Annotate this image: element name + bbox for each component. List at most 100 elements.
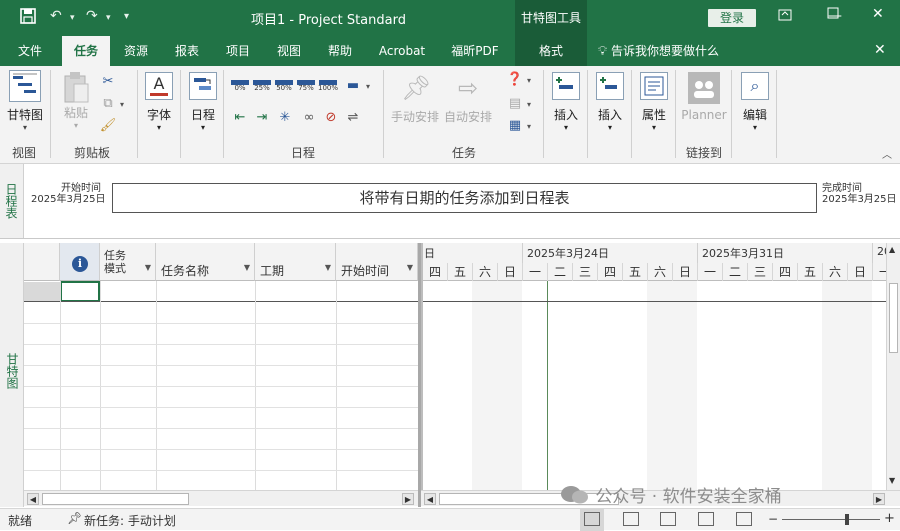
gantt-chart-icon bbox=[9, 70, 41, 102]
mode-icon[interactable]: ▦ bbox=[506, 118, 524, 134]
zoom-slider-thumb[interactable] bbox=[845, 514, 849, 525]
resource-sheet-view-icon[interactable] bbox=[698, 512, 714, 526]
undo-dropdown-icon[interactable]: ▾ bbox=[70, 13, 75, 23]
zoom-slider-track[interactable] bbox=[782, 519, 880, 520]
inspect-icon[interactable]: ❓ bbox=[506, 72, 524, 88]
collapse-ribbon-icon[interactable]: ︿ bbox=[882, 146, 892, 161]
insert-milestone-button[interactable]: 插入 ▾ bbox=[593, 72, 627, 132]
row-header-1[interactable] bbox=[24, 282, 60, 301]
chevron-down-icon[interactable]: ▼ bbox=[244, 263, 250, 272]
close-window-icon[interactable]: ✕ bbox=[872, 6, 884, 22]
timescale-day: 日 bbox=[848, 263, 873, 281]
task-sheet[interactable]: i 任务 模式 ▼ 任务名称 ▼ 工期 ▼ 开始时间 ▼ bbox=[24, 243, 418, 490]
chevron-down-icon: ▾ bbox=[22, 123, 27, 132]
start-column-header[interactable]: 开始时间 ▼ bbox=[336, 243, 418, 281]
grid-horizontal-scroll-thumb[interactable] bbox=[42, 493, 189, 505]
timescale-prev-week: 日 bbox=[424, 247, 435, 260]
scroll-left-icon[interactable]: ◀ bbox=[27, 493, 39, 505]
zoom-in-icon[interactable]: + bbox=[884, 511, 895, 526]
inspect-dropdown-icon[interactable]: ▾ bbox=[527, 76, 531, 85]
indent-icon[interactable]: ⇥ bbox=[253, 110, 271, 126]
group-separator bbox=[180, 70, 181, 158]
mark-on-track-icon[interactable]: ▬ bbox=[344, 78, 362, 94]
font-button[interactable]: A 字体 ▾ bbox=[142, 72, 176, 132]
zoom-out-icon[interactable]: − bbox=[768, 512, 778, 526]
format-painter-icon[interactable]: 🖌︎ bbox=[99, 118, 117, 134]
duration-column-header[interactable]: 工期 ▼ bbox=[255, 243, 336, 281]
inactivate-icon[interactable]: ⇌ bbox=[344, 110, 362, 126]
chevron-down-icon[interactable]: ▼ bbox=[145, 263, 151, 272]
scroll-left-icon[interactable]: ◀ bbox=[424, 493, 436, 505]
tab-format[interactable]: 格式 bbox=[515, 36, 587, 66]
unlink-tasks-icon[interactable]: ⊘ bbox=[322, 110, 340, 126]
move-task-icon[interactable]: ▤ bbox=[506, 96, 524, 112]
auto-schedule-icon: ⇨ bbox=[457, 74, 479, 102]
scroll-right-icon[interactable]: ▶ bbox=[402, 493, 414, 505]
tab-acrobat[interactable]: Acrobat bbox=[372, 36, 432, 66]
tab-foxit-pdf[interactable]: 福昕PDF bbox=[440, 36, 510, 66]
tab-view[interactable]: 视图 bbox=[268, 36, 310, 66]
tab-file[interactable]: 文件 bbox=[8, 36, 52, 66]
properties-button[interactable]: 属性 ▾ bbox=[637, 72, 671, 132]
close-document-icon[interactable]: ✕ bbox=[874, 42, 886, 58]
editing-button[interactable]: ⌕ 编辑 ▾ bbox=[738, 72, 772, 132]
copy-icon[interactable]: ⧉ bbox=[99, 96, 117, 112]
vertical-scrollbar[interactable]: ▲ ▼ bbox=[886, 243, 900, 490]
mode-dropdown-icon[interactable]: ▾ bbox=[527, 122, 531, 131]
save-icon[interactable] bbox=[20, 8, 36, 28]
task-mode-column-header[interactable]: 任务 模式 ▼ bbox=[100, 243, 156, 281]
link-tasks-icon[interactable]: ∞ bbox=[300, 110, 318, 126]
tab-help[interactable]: 帮助 bbox=[319, 36, 361, 66]
redo-icon[interactable]: ↷ bbox=[86, 8, 98, 24]
team-planner-view-icon[interactable] bbox=[660, 512, 676, 526]
auto-schedule-button[interactable]: ⇨ 自动安排 bbox=[443, 74, 493, 125]
undo-icon[interactable]: ↶ bbox=[50, 8, 62, 24]
outdent-icon[interactable]: ⇤ bbox=[231, 110, 249, 126]
pushpin-icon: 📌︎ bbox=[401, 74, 432, 102]
move-dropdown-icon[interactable]: ▾ bbox=[527, 100, 531, 109]
timeline-bar[interactable]: 将带有日期的任务添加到日程表 bbox=[112, 183, 817, 213]
task-name-column-header[interactable]: 任务名称 ▼ bbox=[156, 243, 255, 281]
manually-schedule-button[interactable]: 📌︎ 手动安排 bbox=[390, 74, 440, 125]
tab-task[interactable]: 任务 bbox=[62, 36, 110, 66]
tell-me-search[interactable]: 💡︎ 告诉我你想要做什么 bbox=[598, 36, 719, 67]
ribbon-display-options-icon[interactable] bbox=[778, 8, 792, 26]
tab-report[interactable]: 报表 bbox=[166, 36, 208, 66]
tab-resource[interactable]: 资源 bbox=[115, 36, 157, 66]
cut-icon[interactable]: ✂ bbox=[99, 74, 117, 90]
copy-dropdown-icon[interactable]: ▾ bbox=[120, 100, 124, 109]
maximize-icon[interactable] bbox=[827, 7, 839, 23]
login-button[interactable]: 登录 bbox=[708, 9, 756, 27]
gantt-view-shortcut[interactable] bbox=[580, 509, 604, 531]
gantt-chart-pane[interactable]: 日 2025年3月24日 2025年3月31日 20 四五六日一二三四五六日一二… bbox=[421, 243, 898, 490]
task-mode-header-label: 任务 模式 bbox=[104, 249, 126, 275]
new-tasks-mode[interactable]: 新任务: 手动计划 bbox=[84, 512, 176, 529]
scroll-right-icon[interactable]: ▶ bbox=[873, 493, 885, 505]
vertical-scroll-thumb[interactable] bbox=[889, 283, 898, 353]
mark-on-track-dropdown-icon[interactable]: ▾ bbox=[366, 82, 370, 91]
paste-button[interactable]: 粘贴 ▾ bbox=[58, 70, 94, 130]
scroll-up-icon[interactable]: ▲ bbox=[889, 245, 895, 254]
timescale-day: 五 bbox=[798, 263, 823, 281]
chevron-down-icon[interactable]: ▼ bbox=[325, 263, 331, 272]
font-icon: A bbox=[145, 72, 173, 100]
schedule-button[interactable]: 日程 ▾ bbox=[186, 72, 220, 132]
customize-quick-access-icon[interactable]: ▾ bbox=[124, 11, 129, 22]
gantt-chart-button[interactable]: 甘特图 ▾ bbox=[6, 70, 44, 132]
task-name-header-label: 任务名称 bbox=[161, 264, 210, 278]
grid-horizontal-scrollbar[interactable]: ◀ ▶ bbox=[24, 490, 418, 506]
insert-task-button[interactable]: 插入 ▾ bbox=[549, 72, 583, 132]
respect-links-icon[interactable]: ✳ bbox=[276, 110, 294, 126]
chevron-down-icon[interactable]: ▼ bbox=[407, 263, 413, 272]
indicators-column-header[interactable]: i bbox=[60, 243, 100, 281]
report-view-icon[interactable] bbox=[736, 512, 752, 526]
selected-cell[interactable] bbox=[60, 281, 100, 302]
tab-project[interactable]: 项目 bbox=[217, 36, 259, 66]
row-header-corner bbox=[24, 243, 60, 281]
timeline-side-label: 日程表 bbox=[0, 164, 24, 238]
redo-dropdown-icon[interactable]: ▾ bbox=[106, 13, 111, 23]
task-usage-view-icon[interactable] bbox=[623, 512, 639, 526]
planner-button[interactable]: Planner bbox=[681, 72, 727, 122]
scroll-down-icon[interactable]: ▼ bbox=[889, 476, 895, 485]
schedule-label: 日程 bbox=[190, 108, 215, 122]
